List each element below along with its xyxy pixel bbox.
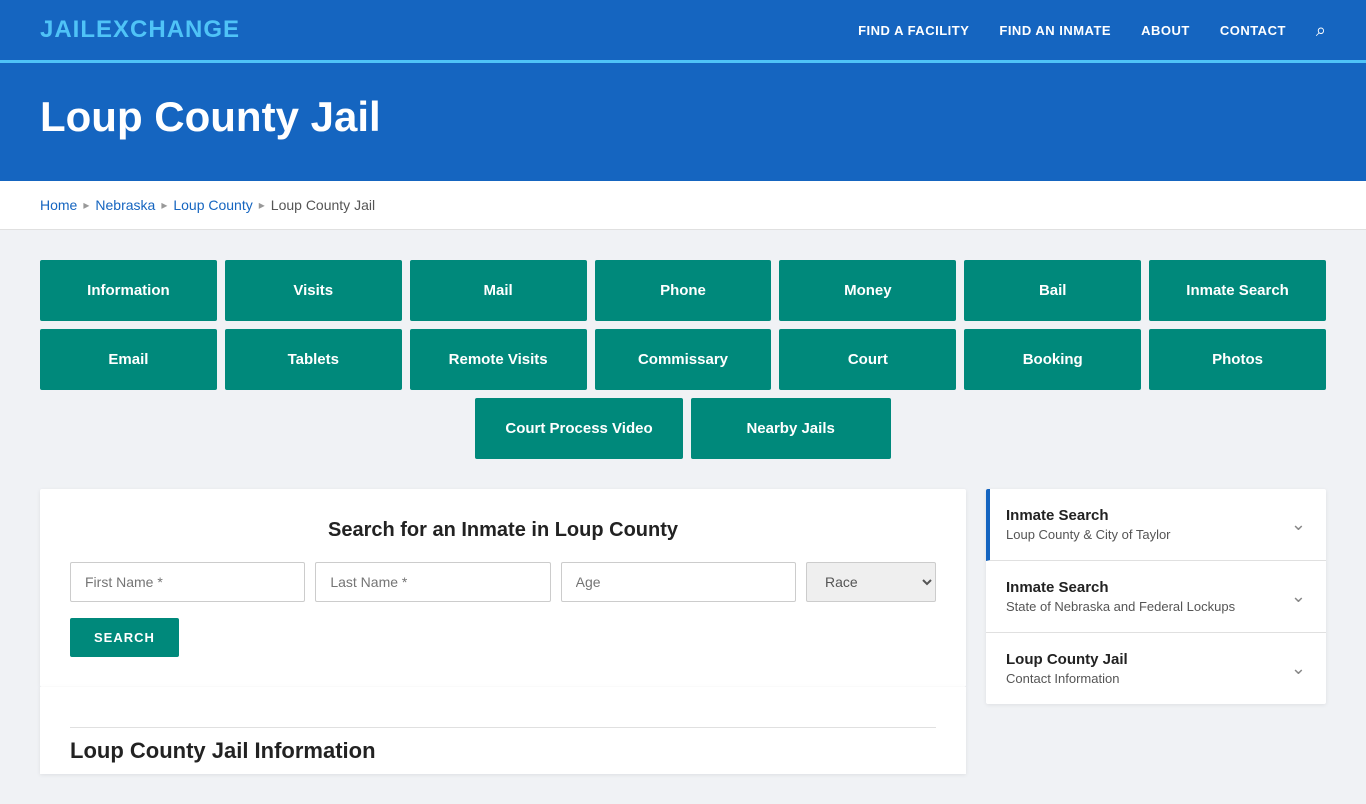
sidebar-item-3-title: Loup County Jail: [1006, 651, 1128, 668]
breadcrumb-nebraska[interactable]: Nebraska: [95, 197, 155, 213]
sidebar-item-2-sub: State of Nebraska and Federal Lockups: [1006, 599, 1235, 614]
info-section: Loup County Jail Information: [40, 687, 966, 774]
tile-mail[interactable]: Mail: [410, 260, 587, 321]
tile-information[interactable]: Information: [40, 260, 217, 321]
sidebar-item-2-title: Inmate Search: [1006, 579, 1235, 596]
site-header: JAILEXCHANGE FIND A FACILITY FIND AN INM…: [0, 0, 1366, 60]
sidebar-item-1-title: Inmate Search: [1006, 507, 1171, 524]
tile-booking[interactable]: Booking: [964, 329, 1141, 390]
main-nav: FIND A FACILITY FIND AN INMATE ABOUT CON…: [858, 20, 1326, 41]
info-section-title: Loup County Jail Information: [70, 727, 936, 764]
search-icon[interactable]: ⌕: [1316, 20, 1326, 41]
race-select[interactable]: Race White Black Hispanic Asian Other: [806, 562, 936, 602]
nav-contact[interactable]: CONTACT: [1220, 23, 1286, 38]
chevron-down-icon-1: ⌄: [1291, 514, 1306, 535]
breadcrumb-sep-3: ▸: [259, 198, 265, 212]
search-title: Search for an Inmate in Loup County: [70, 519, 936, 542]
search-button[interactable]: SEARCH: [70, 618, 179, 657]
nav-find-inmate[interactable]: FIND AN INMATE: [999, 23, 1111, 38]
breadcrumb-home[interactable]: Home: [40, 197, 77, 213]
right-sidebar: Inmate Search Loup County & City of Tayl…: [986, 489, 1326, 704]
age-input[interactable]: [561, 562, 796, 602]
tile-bail[interactable]: Bail: [964, 260, 1141, 321]
nav-find-facility[interactable]: FIND A FACILITY: [858, 23, 969, 38]
logo-part1: JAIL: [40, 16, 96, 43]
tile-nearby-jails[interactable]: Nearby Jails: [691, 398, 891, 459]
hero-section: Loup County Jail: [0, 63, 1366, 181]
first-name-input[interactable]: [70, 562, 305, 602]
sidebar-item-2[interactable]: Inmate Search State of Nebraska and Fede…: [986, 561, 1326, 633]
tile-email[interactable]: Email: [40, 329, 217, 390]
tile-money[interactable]: Money: [779, 260, 956, 321]
left-column: Search for an Inmate in Loup County Race…: [40, 489, 966, 774]
main-content: Information Visits Mail Phone Money Bail…: [0, 230, 1366, 804]
inmate-search-panel: Search for an Inmate in Loup County Race…: [40, 489, 966, 687]
tile-remote-visits[interactable]: Remote Visits: [410, 329, 587, 390]
logo-part2-highlight: EXCHANGE: [96, 16, 240, 43]
chevron-down-icon-2: ⌄: [1291, 586, 1306, 607]
nav-about[interactable]: ABOUT: [1141, 23, 1190, 38]
last-name-input[interactable]: [315, 562, 550, 602]
tile-phone[interactable]: Phone: [595, 260, 772, 321]
breadcrumb-sep-1: ▸: [83, 198, 89, 212]
tile-row-2: Email Tablets Remote Visits Commissary C…: [40, 329, 1326, 390]
sidebar-item-3[interactable]: Loup County Jail Contact Information ⌄: [986, 633, 1326, 704]
page-title: Loup County Jail: [40, 93, 1326, 141]
sidebar-card: Inmate Search Loup County & City of Tayl…: [986, 489, 1326, 704]
breadcrumb: Home ▸ Nebraska ▸ Loup County ▸ Loup Cou…: [40, 197, 1326, 213]
tile-row-1: Information Visits Mail Phone Money Bail…: [40, 260, 1326, 321]
sidebar-item-1[interactable]: Inmate Search Loup County & City of Tayl…: [986, 489, 1326, 561]
tile-visits[interactable]: Visits: [225, 260, 402, 321]
search-fields: Race White Black Hispanic Asian Other: [70, 562, 936, 602]
tile-commissary[interactable]: Commissary: [595, 329, 772, 390]
sidebar-item-1-sub: Loup County & City of Taylor: [1006, 527, 1171, 542]
tile-photos[interactable]: Photos: [1149, 329, 1326, 390]
tile-court-process-video[interactable]: Court Process Video: [475, 398, 682, 459]
chevron-down-icon-3: ⌄: [1291, 658, 1306, 679]
tile-row-3: Court Process Video Nearby Jails: [40, 398, 1326, 459]
site-logo[interactable]: JAILEXCHANGE: [40, 16, 240, 44]
breadcrumb-current: Loup County Jail: [271, 197, 375, 213]
breadcrumb-section: Home ▸ Nebraska ▸ Loup County ▸ Loup Cou…: [0, 181, 1366, 230]
breadcrumb-loup-county[interactable]: Loup County: [173, 197, 252, 213]
tile-tablets[interactable]: Tablets: [225, 329, 402, 390]
breadcrumb-sep-2: ▸: [161, 198, 167, 212]
bottom-section: Search for an Inmate in Loup County Race…: [40, 489, 1326, 774]
tile-court[interactable]: Court: [779, 329, 956, 390]
tile-inmate-search[interactable]: Inmate Search: [1149, 260, 1326, 321]
sidebar-item-3-sub: Contact Information: [1006, 671, 1128, 686]
